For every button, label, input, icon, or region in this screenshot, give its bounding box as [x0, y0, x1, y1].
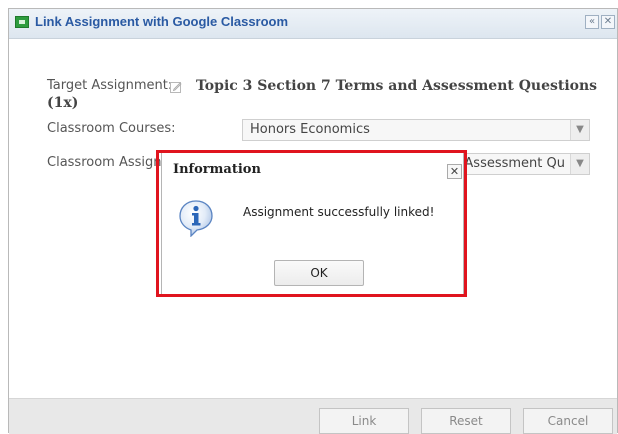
window-titlebar: Link Assignment with Google Classroom « …	[9, 9, 617, 39]
link-button[interactable]: Link	[319, 408, 409, 434]
classroom-courses-value: Honors Economics	[250, 122, 370, 137]
window-footer: Link Reset Cancel	[9, 398, 617, 434]
classroom-courses-select[interactable]: Honors Economics ▼	[242, 119, 590, 141]
cancel-button[interactable]: Cancel	[523, 408, 613, 434]
chevron-down-icon[interactable]: ▼	[570, 154, 589, 174]
collapse-icon[interactable]: «	[585, 15, 599, 29]
classroom-courses-label: Classroom Courses:	[47, 121, 176, 136]
reset-button[interactable]: Reset	[421, 408, 511, 434]
highlight-box	[156, 150, 467, 297]
window-close-icon[interactable]: ✕	[601, 15, 615, 29]
classroom-icon	[15, 16, 29, 28]
window-title: Link Assignment with Google Classroom	[35, 14, 289, 29]
target-assignment-name: Topic 3 Section 7 Terms and Assessment Q…	[47, 78, 598, 111]
chevron-down-icon[interactable]: ▼	[570, 120, 589, 140]
